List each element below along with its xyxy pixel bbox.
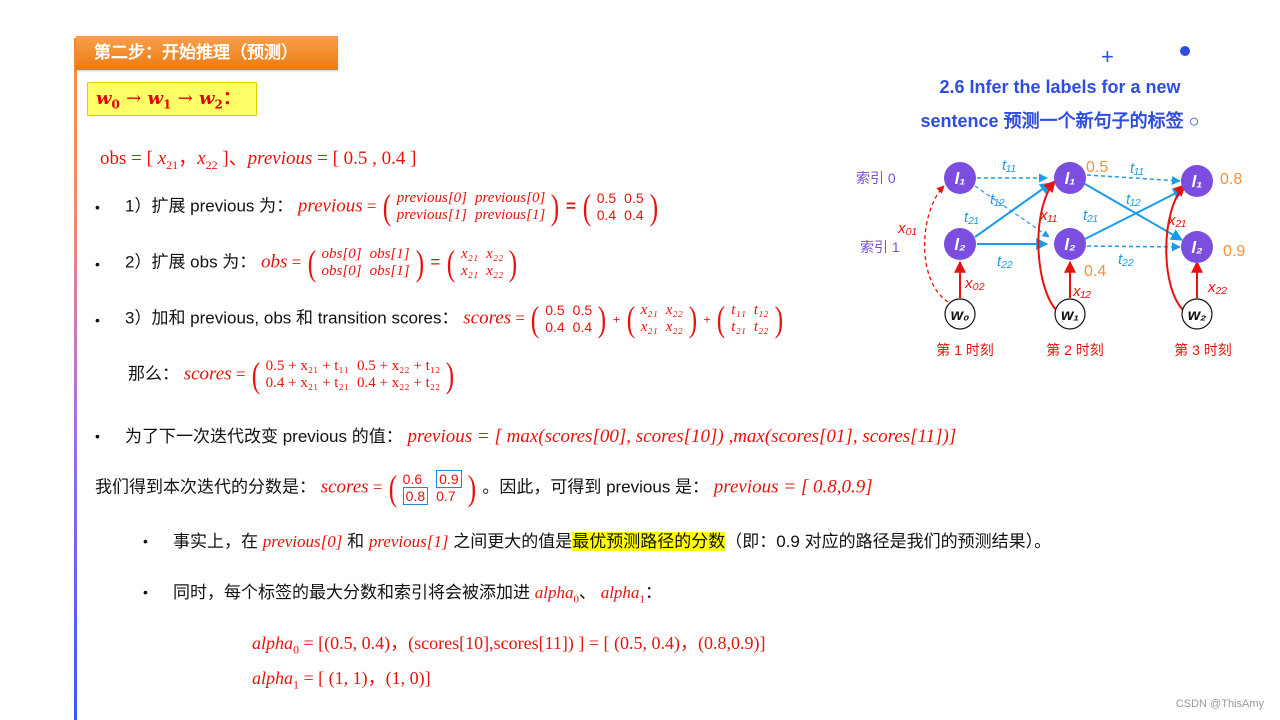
emission-label: x₀₁ — [897, 220, 917, 237]
matrix-previous: ( 0.5 0.5 0.4 0.4 ) — [530, 299, 607, 339]
emission-x21-to-l2 — [1176, 258, 1185, 312]
node-w2: w₂ — [1181, 298, 1213, 330]
time-label: 第 3 时刻 — [1174, 342, 1232, 358]
node-l2-t2: l₂ — [1054, 228, 1086, 260]
emission-label: x₂₂ — [1207, 279, 1227, 296]
left-accent-rule — [74, 38, 77, 720]
fact-line: 事实上，在 previous[0] 和 previous[1] 之间更大的值是最… — [173, 532, 1052, 551]
score-label: 0.5 — [1086, 159, 1108, 176]
bullet: • — [95, 199, 100, 215]
transition-label: t₁₂ — [990, 191, 1005, 208]
plus-marker-icon: + — [1101, 44, 1114, 69]
svg-text:l₁: l₁ — [1192, 172, 1203, 191]
time-label: 第 1 时刻 — [936, 342, 994, 358]
step-3-label: 3）加和 previous, obs 和 transition scores： — [125, 308, 459, 328]
max-score-box: 0.9 — [436, 470, 462, 488]
emission-label: x₁₂ — [1072, 283, 1091, 300]
svg-text:l₂: l₂ — [1064, 235, 1076, 254]
time-label: 第 2 时刻 — [1046, 342, 1104, 358]
transition-label: t₂₂ — [997, 253, 1013, 270]
svg-text:w₂: w₂ — [1188, 307, 1207, 324]
bullet: • — [143, 584, 148, 600]
alpha1-formula: alpha1 = [ (1, 1)，(1, 0)] — [252, 668, 431, 692]
score-label: 0.9 — [1223, 243, 1245, 260]
matrix-scores-formula: ( 0.5 + x₂₁ + t₁₁ 0.5 + x₂₂ + t₁₂ 0.4 + x… — [251, 355, 455, 395]
matrix-obs-values: ( x₂₁ x₂₂ x₂₁ x₂₂ ) — [446, 243, 518, 283]
emission-label: x₁₁ — [1039, 207, 1057, 224]
svg-text:l₂: l₂ — [1191, 238, 1203, 257]
emission-label: x₀₂ — [964, 275, 985, 292]
bullet: • — [95, 428, 100, 444]
transition-label: t₁₁ — [1002, 157, 1016, 174]
svg-text:w₁: w₁ — [1061, 307, 1079, 324]
svg-text:l₂: l₂ — [954, 235, 966, 254]
index-label-0: 索引 0 — [856, 170, 896, 186]
step-1-label: 1）扩展 previous 为： — [125, 196, 294, 216]
bullet: • — [143, 533, 148, 549]
node-l1-t2: l₁ — [1054, 162, 1086, 194]
transition-label: t₁₂ — [1126, 191, 1141, 208]
step-1: 1）扩展 previous 为： previous = ( previous[0… — [125, 187, 658, 227]
node-w0: w₀ — [944, 298, 976, 330]
node-l2-t1: l₂ — [944, 228, 976, 260]
max-score-box: 0.8 — [402, 487, 429, 505]
alpha0-formula: alpha0 = [(0.5, 0.4)，(scores[10],scores[… — [252, 633, 766, 657]
matrix-obs: ( x₂₁ x₂₂ x₂₁ x₂₂ ) — [626, 299, 697, 339]
then-line: 那么： scores = ( 0.5 + x₂₁ + t₁₁ 0.5 + x₂₂ … — [128, 355, 455, 395]
svg-text:l₁: l₁ — [1065, 169, 1076, 188]
slide-title: 2.6 Infer the labels for a new sentence … — [920, 77, 1200, 131]
step-2-label: 2）扩展 obs 为： — [125, 252, 257, 272]
matrix-obs-expanded: ( obs[0] obs[1] obs[0] obs[1] ) — [307, 243, 424, 283]
obs-previous-line: obs = [ x21，x22 ]、previous = [ 0.5 , 0.4… — [100, 148, 417, 172]
alpha-intro-line: 同时，每个标签的最大分数和索引将会被添加进 alpha0、 alpha1： — [173, 583, 662, 606]
highlighted-phrase: 最优预测路径的分数 — [572, 532, 726, 551]
node-l1-t3: l₁ — [1181, 165, 1213, 197]
sequence-box: w0 → w1 → w2： — [87, 82, 257, 116]
index-label-1: 索引 1 — [860, 239, 900, 255]
transition-label: t₂₁ — [1083, 207, 1098, 224]
crf-viterbi-diagram: l₁ l₂ l₁ l₂ l₁ l₂ w₀ w₁ w₂ 索引 0 索引 1 t₁₁… — [856, 157, 1245, 358]
matrix-previous-values: ( 0.5 0.5 0.4 0.4 ) — [582, 187, 658, 227]
score-label: 0.8 — [1220, 171, 1242, 188]
dot-marker-icon — [1180, 46, 1190, 56]
step-2: 2）扩展 obs 为： obs = ( obs[0] obs[1] obs[0] o… — [125, 243, 518, 283]
update-previous-line: 为了下一次迭代改变 previous 的值： previous = [ max(… — [125, 426, 957, 447]
node-l2-t3: l₂ — [1181, 231, 1213, 263]
node-w1: w₁ — [1054, 298, 1086, 330]
score-label: 0.4 — [1084, 263, 1106, 280]
step-3: 3）加和 previous, obs 和 transition scores： … — [125, 299, 783, 339]
node-l1-t1: l₁ — [944, 162, 976, 194]
step-header: 第二步：开始推理（预测） — [76, 36, 338, 70]
svg-text:l₁: l₁ — [955, 169, 966, 188]
bullet: • — [95, 312, 100, 328]
watermark: CSDN @ThisAmy — [1175, 698, 1264, 710]
transition-label: t₂₁ — [964, 209, 979, 226]
svg-text:w₀: w₀ — [951, 307, 970, 324]
transition-label: t₂₂ — [1118, 251, 1134, 268]
circle-bullet-icon: ○ — [1188, 111, 1200, 131]
matrix-transition: ( t₁₁ t₁₂ t₂₁ t₂₂ ) — [717, 299, 783, 339]
bullet: • — [95, 256, 100, 272]
matrix-previous-expanded: ( previous[0] previous[0] previous[1] prev… — [382, 187, 560, 227]
matrix-scores-result: ( 0.6 0.9 0.8 0.7 ) — [388, 468, 476, 508]
emission-label: x₂₁ — [1167, 212, 1186, 229]
result-line: 我们得到本次迭代的分数是： scores = ( 0.6 0.9 0.8 0.7 )… — [95, 468, 873, 508]
transition-label: t₁₁ — [1130, 160, 1144, 177]
